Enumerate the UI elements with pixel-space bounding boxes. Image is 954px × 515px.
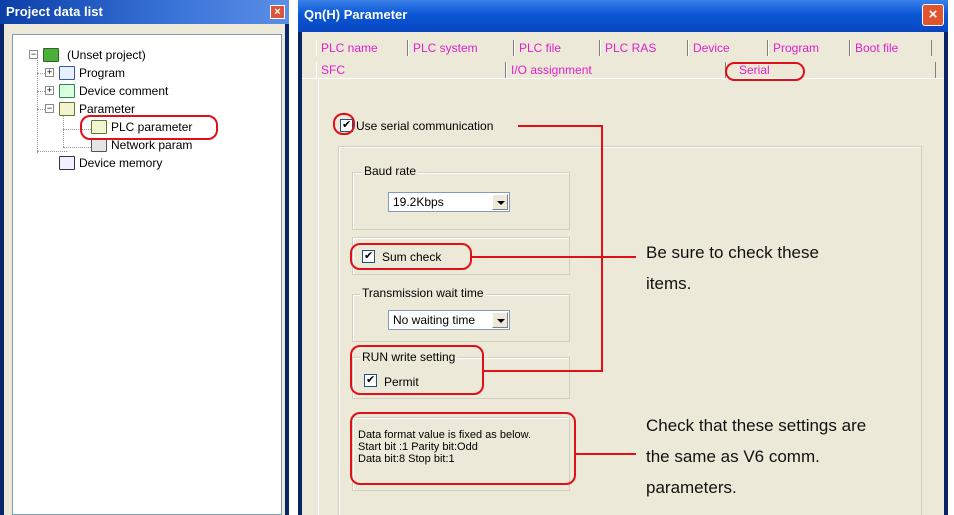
collapse-icon[interactable]: − [29, 50, 38, 59]
tree-item-label: Device memory [79, 156, 163, 170]
connector-line [576, 453, 636, 455]
tree-item-device-comment[interactable]: + Device comment [13, 83, 273, 99]
program-icon [59, 66, 75, 80]
tree-item-label: Program [79, 66, 126, 80]
project-data-list-window: Project data list × − (Unset project) + … [0, 0, 289, 515]
expand-icon[interactable]: + [45, 68, 54, 77]
parameter-icon [59, 102, 75, 116]
expand-icon[interactable]: + [45, 86, 54, 95]
baud-rate-title: Baud rate [362, 164, 419, 178]
tab-sfc[interactable]: SFC [316, 62, 506, 78]
close-icon[interactable]: × [922, 4, 944, 26]
tab-plc-file[interactable]: PLC file [514, 40, 600, 56]
tab-boot-file[interactable]: Boot file [850, 40, 932, 56]
callout-check-items-line1: Be sure to check these [646, 243, 819, 262]
chevron-down-icon[interactable] [492, 312, 508, 328]
tab-device[interactable]: Device [688, 40, 768, 56]
transmission-wait-value: No waiting time [393, 313, 476, 327]
use-serial-label: Use serial communication [356, 119, 494, 133]
callout-same-settings-line2: the same as V6 comm. [646, 447, 820, 466]
tree-item-label: (Unset project) [67, 48, 146, 62]
project-tree: − (Unset project) + Program + Device com… [12, 34, 282, 515]
plc-parameter-highlight [80, 115, 218, 140]
tab-program[interactable]: Program [768, 40, 850, 56]
tab-plc-system[interactable]: PLC system [408, 40, 514, 56]
device-comment-icon [59, 84, 75, 98]
tree-item-label: Device comment [79, 84, 169, 98]
tree-item-device-memory[interactable]: Device memory [13, 155, 273, 171]
project-data-list-title: Project data list [0, 0, 289, 24]
tab-plc-ras[interactable]: PLC RAS [600, 40, 688, 56]
run-write-highlight [350, 345, 484, 395]
transmission-wait-select[interactable]: No waiting time [388, 310, 510, 330]
callout-same-settings-line3: parameters. [646, 478, 737, 497]
device-memory-icon [59, 156, 75, 170]
tab-plc-name[interactable]: PLC name [316, 40, 408, 56]
baud-rate-select[interactable]: 19.2Kbps [388, 192, 510, 212]
project-icon [43, 48, 59, 62]
data-format-highlight [350, 412, 576, 485]
sum-check-highlight [350, 243, 472, 270]
baud-rate-value: 19.2Kbps [393, 195, 444, 209]
transmission-wait-title: Transmission wait time [360, 286, 486, 300]
close-icon[interactable]: × [270, 5, 285, 19]
connector-line [484, 370, 603, 372]
chevron-down-icon[interactable] [492, 194, 508, 210]
connector-line [472, 256, 636, 258]
connector-line [518, 125, 603, 127]
collapse-icon[interactable]: − [45, 104, 54, 113]
qnh-parameter-title: Qn(H) Parameter [298, 0, 948, 32]
connector-line [601, 125, 603, 372]
callout-same-settings-line1: Check that these settings are [646, 416, 867, 435]
project-panel-body: − (Unset project) + Program + Device com… [4, 24, 285, 515]
serial-tab-highlight [725, 62, 805, 81]
network-param-icon [91, 138, 107, 152]
tab-io-assignment[interactable]: I/O assignment [506, 62, 726, 78]
tree-item-project[interactable]: − (Unset project) [13, 47, 273, 63]
tree-item-program[interactable]: + Program [13, 65, 273, 81]
callout-check-items-line2: items. [646, 274, 692, 293]
use-serial-highlight [333, 113, 355, 135]
